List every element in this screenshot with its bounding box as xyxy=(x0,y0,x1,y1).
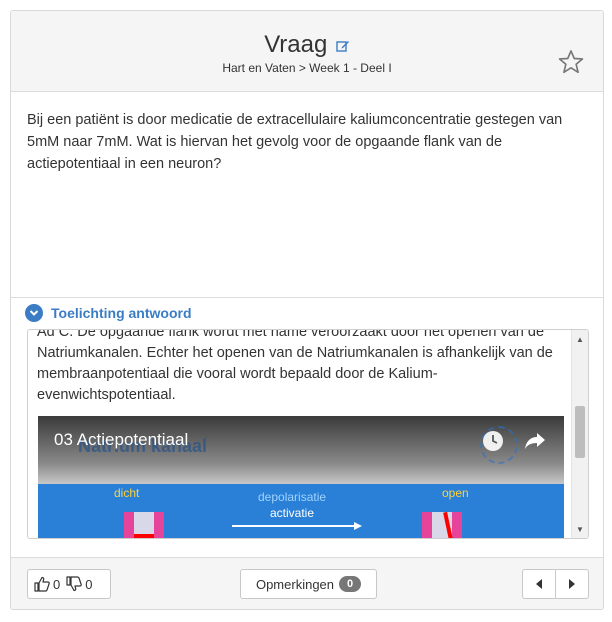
video-player[interactable]: Natrium kanaal 03 Actiepotentiaal dicht … xyxy=(38,416,564,538)
activation-arrow xyxy=(232,522,362,530)
explanation-toggle[interactable]: Toelichting antwoord xyxy=(25,303,192,323)
scroll-up-icon[interactable]: ▲ xyxy=(572,332,588,346)
scrollbar[interactable]: ▲ ▼ xyxy=(571,330,588,538)
card-footer: 0 0 Opmerkingen 0 xyxy=(11,557,603,609)
next-button[interactable] xyxy=(555,569,589,599)
question-card: Vraag Hart en Vaten > Week 1 - Deel I Bi… xyxy=(10,10,604,610)
label-activation: activatie xyxy=(270,506,315,520)
channel-open xyxy=(422,511,462,538)
video-title[interactable]: 03 Actiepotentiaal xyxy=(54,430,188,450)
caret-right-icon xyxy=(569,579,575,589)
question-text: Bij een patiënt is door medicatie de ext… xyxy=(27,112,563,172)
chevron-down-circle-icon xyxy=(25,304,43,322)
dislike-button[interactable]: 0 xyxy=(66,576,92,592)
comments-count-badge: 0 xyxy=(339,576,362,592)
explanation-panel[interactable]: Ad C. De opgaande flank wordt met name v… xyxy=(27,329,589,539)
edit-icon[interactable] xyxy=(336,39,350,53)
explanation-toggle-label: Toelichting antwoord xyxy=(51,305,192,321)
label-depolarisation: depolarisatie xyxy=(258,490,327,504)
label-open: open xyxy=(442,486,469,500)
explanation-text: Ad C. De opgaande flank wordt met name v… xyxy=(37,329,553,403)
divider xyxy=(11,297,603,298)
comments-button[interactable]: Opmerkingen 0 xyxy=(240,569,377,599)
page-title: Vraag xyxy=(264,31,328,58)
channel-closed xyxy=(124,512,164,538)
like-button[interactable]: 0 xyxy=(34,576,60,592)
thumbs-down-icon xyxy=(66,576,83,592)
label-closed: dicht xyxy=(114,486,140,500)
comments-label: Opmerkingen xyxy=(255,576,335,592)
scroll-down-icon[interactable]: ▼ xyxy=(572,522,588,536)
breadcrumb: Hart en Vaten > Week 1 - Deel I xyxy=(222,61,392,75)
title-row: Vraag xyxy=(11,31,603,59)
dislike-count: 0 xyxy=(85,576,93,592)
caret-left-icon xyxy=(536,579,542,589)
previous-button[interactable] xyxy=(522,569,556,599)
like-count: 0 xyxy=(53,576,61,592)
star-outline-icon[interactable] xyxy=(557,48,585,76)
card-header: Vraag Hart en Vaten > Week 1 - Deel I xyxy=(11,11,603,92)
thumbs-up-icon xyxy=(34,576,50,592)
explanation-content: Ad C. De opgaande flank wordt met name v… xyxy=(37,329,567,406)
vote-button-group: 0 0 xyxy=(27,569,111,599)
share-icon[interactable] xyxy=(524,432,546,450)
scrollbar-thumb[interactable] xyxy=(575,406,585,458)
clock-icon[interactable] xyxy=(482,430,504,452)
